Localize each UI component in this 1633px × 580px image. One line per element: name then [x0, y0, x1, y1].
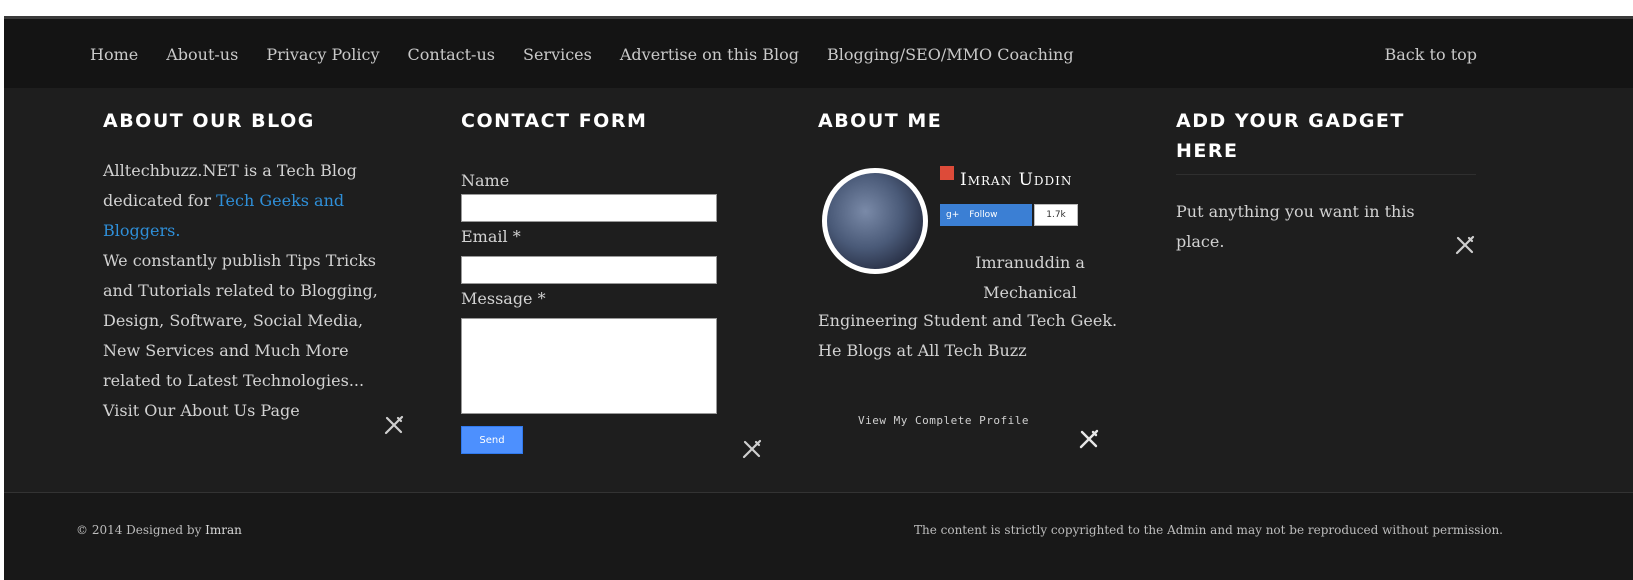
- bio-line-1: Imranuddin a Mechanical: [975, 253, 1085, 302]
- gadget-divider: [1176, 174, 1476, 175]
- about-blog-description: We constantly publish Tips Tricks and Tu…: [103, 251, 378, 390]
- wrench-screwdriver-icon[interactable]: [1454, 234, 1476, 261]
- wrench-screwdriver-icon[interactable]: [741, 438, 763, 465]
- about-us-page-link[interactable]: Visit Our About Us Page: [103, 401, 300, 420]
- nav-links: Home About-us Privacy Policy Contact-us …: [90, 45, 1074, 64]
- about-blog-widget: ABOUT OUR BLOG Alltechbuzz.NET is a Tech…: [103, 88, 404, 435]
- nav-link-privacy-policy[interactable]: Privacy Policy: [266, 45, 379, 64]
- about-me-title: ABOUT ME: [818, 110, 943, 132]
- nav-link-about-us[interactable]: About-us: [166, 45, 238, 64]
- email-label: Email *: [461, 227, 521, 246]
- nav-link-advertise[interactable]: Advertise on this Blog: [620, 45, 799, 64]
- gadget-title: ADD YOUR GADGET HERE: [1176, 110, 1405, 162]
- google-plus-icon: [940, 166, 954, 180]
- nav-link-contact-us[interactable]: Contact-us: [408, 45, 495, 64]
- message-label: Message *: [461, 289, 546, 308]
- page-frame: Home About-us Privacy Policy Contact-us …: [4, 16, 1633, 580]
- gadget-widget: ADD YOUR GADGET HERE Put anything you wa…: [1176, 88, 1476, 257]
- about-me-widget: ABOUT ME Imran Uddin g+ Follow 1.7k Imra…: [818, 88, 1118, 492]
- about-blog-body: Alltechbuzz.NET is a Tech Blog dedicated…: [103, 156, 403, 426]
- send-button[interactable]: Send: [461, 426, 523, 454]
- footer-widgets: ABOUT OUR BLOG Alltechbuzz.NET is a Tech…: [4, 88, 1633, 492]
- about-blog-title: ABOUT OUR BLOG: [103, 110, 315, 132]
- contact-form-title: CONTACT FORM: [461, 110, 648, 132]
- email-field[interactable]: [461, 256, 717, 284]
- avatar[interactable]: [822, 168, 928, 274]
- copyright-prefix: © 2014 Designed by: [76, 523, 206, 537]
- google-plus-small-icon: g+: [946, 210, 960, 220]
- copyright-text: © 2014 Designed by Imran: [76, 523, 242, 537]
- message-field[interactable]: [461, 318, 717, 414]
- nav-link-services[interactable]: Services: [523, 45, 592, 64]
- follower-count: 1.7k: [1034, 204, 1078, 226]
- wrench-screwdriver-icon[interactable]: [383, 414, 405, 441]
- contact-form-widget: CONTACT FORM Name Email * Message * Send: [461, 88, 762, 459]
- follow-label: Follow: [969, 210, 998, 220]
- wrench-screwdriver-icon[interactable]: [1078, 428, 1100, 455]
- view-profile-link[interactable]: View My Complete Profile: [858, 414, 1029, 427]
- follow-button[interactable]: g+ Follow: [940, 204, 1032, 226]
- bio-line-2: Engineering Student and Tech Geek.: [818, 311, 1118, 330]
- copyright-notice: The content is strictly copyrighted to t…: [913, 523, 1503, 537]
- bio-text: Engineering Student and Tech Geek. He Bl…: [818, 306, 1118, 366]
- nav-link-home[interactable]: Home: [90, 45, 138, 64]
- back-to-top-link[interactable]: Back to top: [1385, 45, 1478, 64]
- designer-link[interactable]: Imran: [205, 523, 242, 537]
- nav-link-coaching[interactable]: Blogging/SEO/MMO Coaching: [827, 45, 1074, 64]
- bio-line-3: He Blogs at All Tech Buzz: [818, 341, 1027, 360]
- name-field[interactable]: [461, 194, 717, 222]
- profile-name[interactable]: Imran Uddin: [960, 170, 1072, 190]
- name-label: Name: [461, 171, 510, 190]
- site-footer: © 2014 Designed by Imran The content is …: [4, 493, 1633, 580]
- top-navigation: Home About-us Privacy Policy Contact-us …: [4, 16, 1633, 88]
- gadget-body: Put anything you want in this place.: [1176, 202, 1415, 251]
